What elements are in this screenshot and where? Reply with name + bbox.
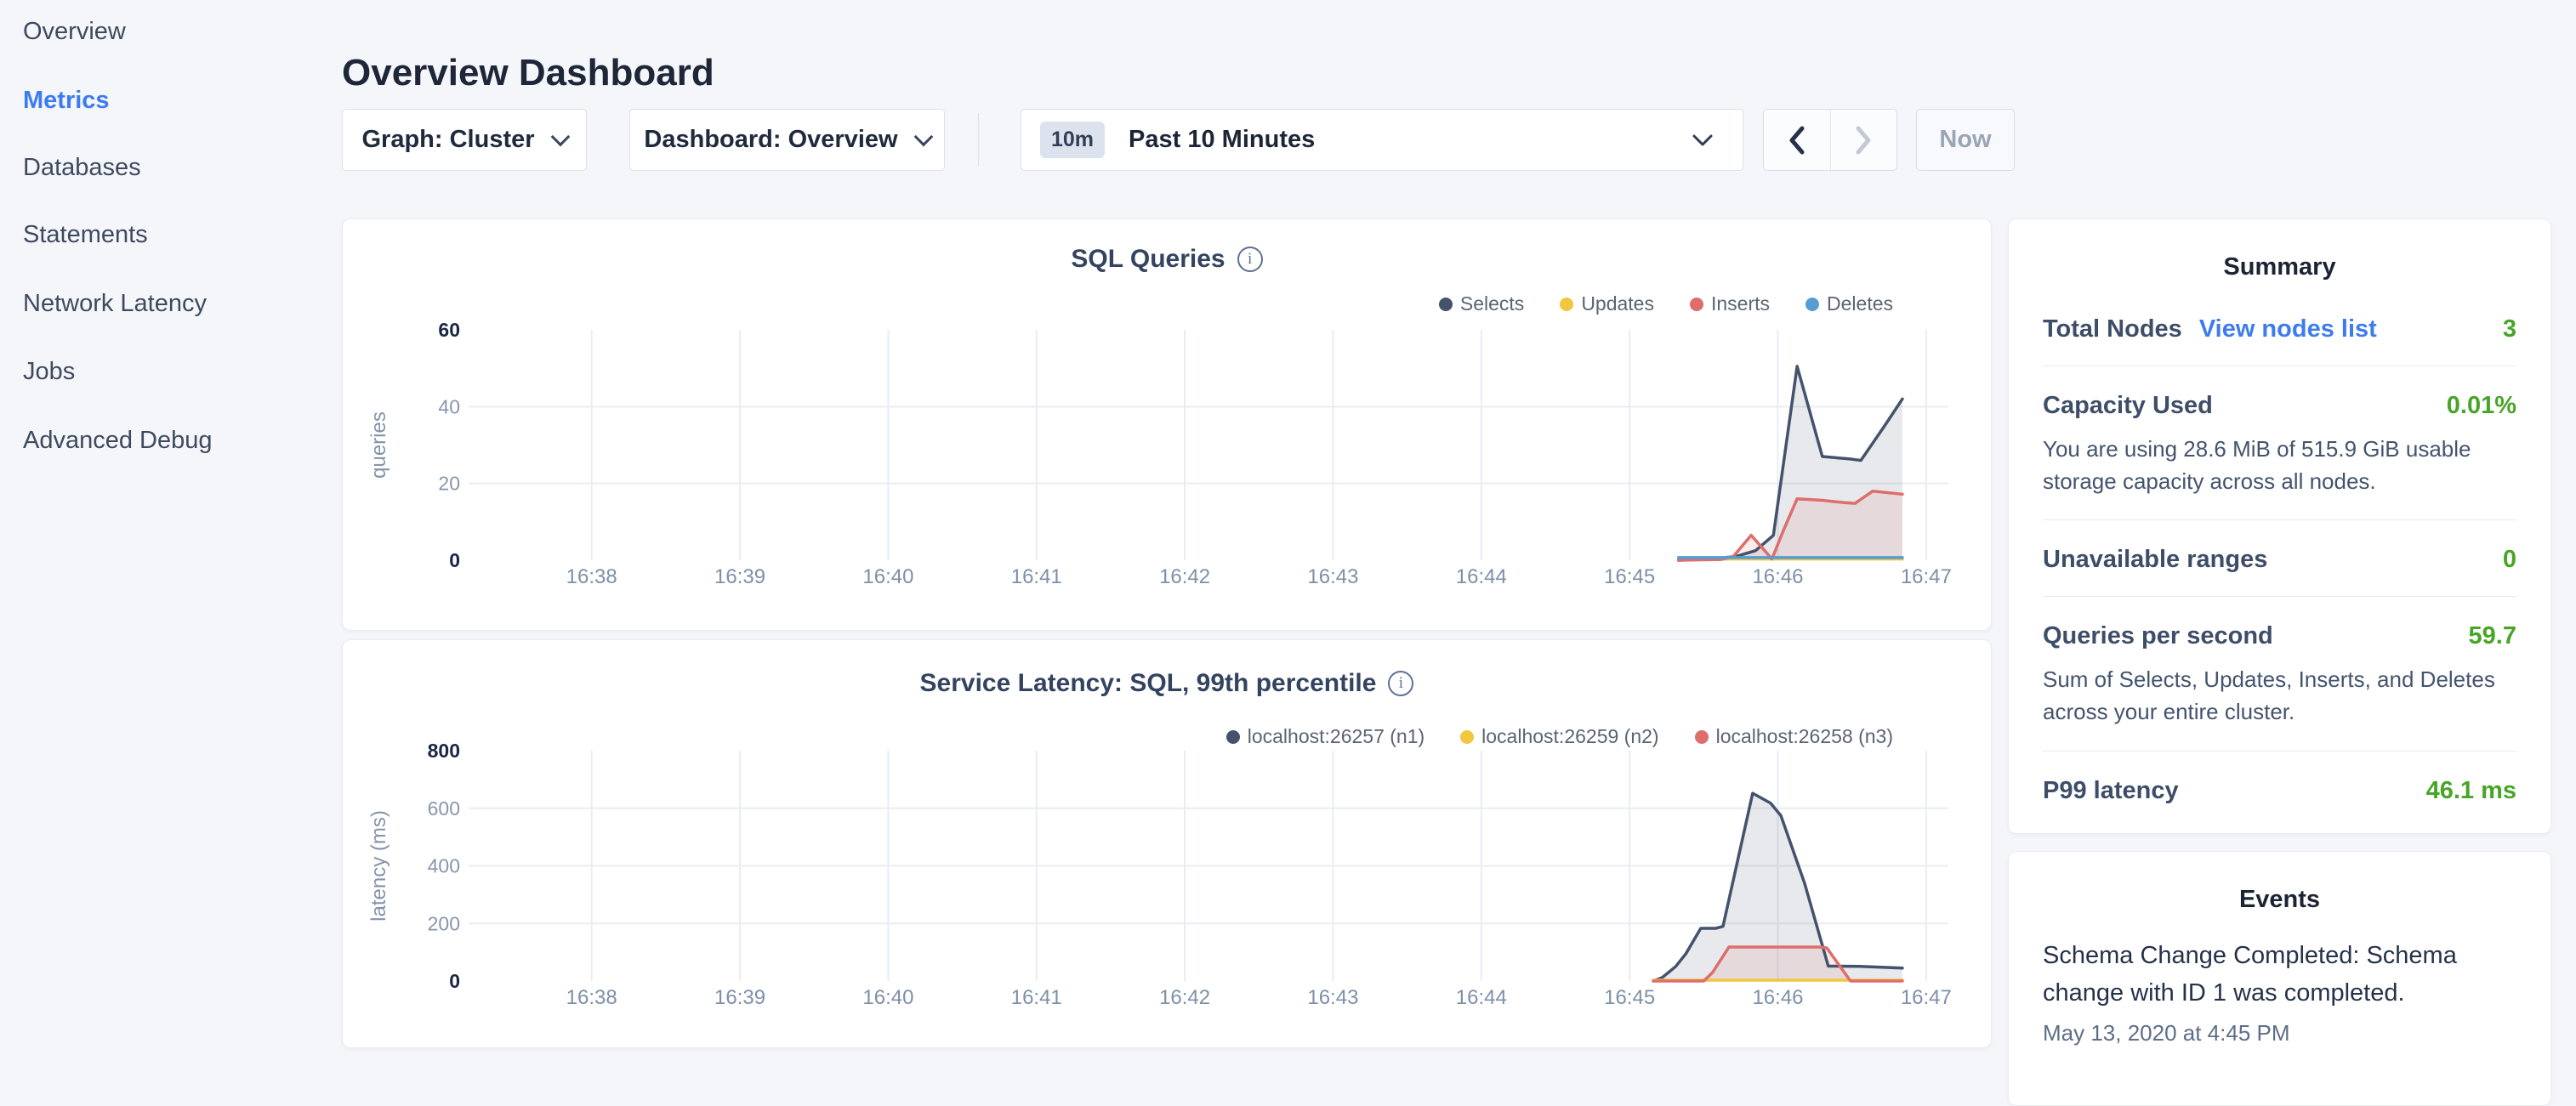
time-step-forward-button[interactable] — [1831, 110, 1897, 170]
chevron-left-icon — [1786, 124, 1808, 156]
page-title: Overview Dashboard — [342, 52, 714, 94]
event-text: Schema Change Completed: Schema change w… — [2043, 938, 2516, 1012]
sidebar-item-overview[interactable]: Overview — [23, 14, 126, 48]
chevron-down-icon — [1692, 133, 1714, 147]
graph-scope-dropdown-label: Graph: Cluster — [361, 126, 534, 154]
summary-row-unavailable-ranges: Unavailable ranges 0 — [2043, 520, 2516, 597]
y-tick-label: 200 — [428, 912, 460, 934]
summary-row-description: You are using 28.6 MiB of 515.9 GiB usab… — [2043, 434, 2516, 497]
summary-row-capacity-used: Capacity Used 0.01% You are using 28.6 M… — [2043, 366, 2516, 520]
time-step-buttons — [1763, 109, 1897, 171]
summary-row-total-nodes: Total Nodes View nodes list 3 — [2043, 290, 2516, 366]
summary-row-value: 3 — [2503, 315, 2516, 343]
summary-row-value: 0.01% — [2447, 392, 2516, 420]
x-tick-label: 16:38 — [566, 565, 617, 588]
summary-row-value: 0 — [2503, 546, 2516, 574]
x-tick-label: 16:38 — [566, 986, 617, 1009]
event-list-item[interactable]: Schema Change Completed: Schema change w… — [2009, 914, 2550, 1046]
sql-queries-chart-card: SQL Queries i SelectsUpdatesInsertsDelet… — [342, 218, 1992, 631]
x-tick-label: 16:47 — [1901, 986, 1952, 1009]
time-step-back-button[interactable] — [1764, 110, 1831, 170]
dashboard-dropdown-label: Dashboard: Overview — [644, 126, 897, 154]
sidebar: Overview Metrics Databases Statements Ne… — [0, 0, 323, 1051]
y-axis-title: queries — [367, 411, 390, 479]
chevron-down-icon — [913, 127, 933, 146]
summary-row-p99-latency: P99 latency 46.1 ms — [2043, 752, 2516, 827]
summary-row-queries-per-second: Queries per second 59.7 Sum of Selects, … — [2043, 597, 2516, 751]
service-latency-chart-card: Service Latency: SQL, 99th percentile i … — [342, 639, 1992, 1048]
x-tick-label: 16:47 — [1901, 565, 1952, 588]
x-tick-label: 16:40 — [862, 986, 913, 1009]
x-tick-label: 16:44 — [1456, 565, 1507, 588]
y-tick-label: 40 — [438, 395, 460, 417]
summary-row-value: 59.7 — [2469, 622, 2516, 650]
sidebar-item-metrics[interactable]: Metrics — [23, 83, 110, 117]
x-tick-label: 16:42 — [1159, 986, 1210, 1009]
now-button[interactable]: Now — [1916, 109, 2015, 171]
chevron-right-icon — [1852, 124, 1874, 156]
summary-row-label: Queries per second — [2043, 622, 2273, 650]
x-tick-label: 16:45 — [1604, 565, 1655, 588]
summary-row-label: Total Nodes — [2043, 315, 2182, 343]
summary-row-value: 46.1 ms — [2426, 777, 2516, 805]
y-axis-title: latency (ms) — [367, 810, 390, 922]
summary-panel: Summary Total Nodes View nodes list 3 Ca… — [2008, 218, 2551, 834]
y-tick-label: 60 — [438, 319, 460, 341]
sidebar-item-statements[interactable]: Statements — [23, 218, 148, 252]
summary-row-label: P99 latency — [2043, 777, 2179, 805]
sidebar-item-network-latency[interactable]: Network Latency — [23, 286, 207, 320]
x-tick-label: 16:44 — [1456, 986, 1507, 1009]
y-tick-label: 0 — [449, 549, 460, 571]
summary-row-label: Capacity Used — [2043, 392, 2213, 420]
toolbar-divider — [978, 113, 979, 167]
x-tick-label: 16:46 — [1752, 986, 1803, 1009]
summary-row-label: Unavailable ranges — [2043, 546, 2267, 574]
sidebar-item-advanced-debug[interactable]: Advanced Debug — [23, 423, 213, 457]
sql-queries-svg: 16:38 16:39 16:40 16:41 16:42 16:43 16:44 16:45… — [343, 219, 1991, 630]
x-tick-label: 16:42 — [1159, 565, 1210, 588]
x-tick-label: 16:43 — [1307, 565, 1358, 588]
y-tick-label: 0 — [449, 970, 460, 992]
event-timestamp: May 13, 2020 at 4:45 PM — [2043, 1020, 2516, 1046]
y-tick-label: 600 — [428, 797, 460, 820]
dashboard-dropdown[interactable]: Dashboard: Overview — [629, 109, 945, 171]
y-tick-label: 800 — [428, 740, 460, 762]
sidebar-item-jobs[interactable]: Jobs — [23, 354, 75, 389]
x-tick-label: 16:45 — [1604, 986, 1655, 1009]
time-range-badge: 10m — [1040, 122, 1105, 158]
x-tick-label: 16:46 — [1752, 565, 1803, 588]
x-tick-label: 16:41 — [1011, 565, 1062, 588]
view-nodes-list-link[interactable]: View nodes list — [2199, 315, 2377, 343]
chevron-down-icon — [550, 127, 570, 146]
sidebar-item-databases[interactable]: Databases — [23, 150, 141, 184]
x-tick-label: 16:43 — [1307, 986, 1358, 1009]
y-tick-label: 400 — [428, 855, 460, 877]
y-tick-label: 20 — [438, 473, 460, 495]
events-panel: Events Schema Change Completed: Schema c… — [2008, 851, 2551, 1106]
graph-scope-dropdown[interactable]: Graph: Cluster — [342, 109, 587, 171]
x-tick-label: 16:39 — [714, 565, 765, 588]
x-tick-label: 16:39 — [714, 986, 765, 1009]
summary-panel-title: Summary — [2009, 219, 2550, 281]
time-range-picker[interactable]: 10m Past 10 Minutes — [1021, 109, 1743, 171]
x-tick-label: 16:40 — [862, 565, 913, 588]
time-range-label: Past 10 Minutes — [1129, 126, 1692, 154]
service-latency-sql-99th-percentile-svg: 16:38 16:39 16:40 16:41 16:42 16:43 16:44 16:45… — [343, 640, 1991, 1051]
x-tick-label: 16:41 — [1011, 986, 1062, 1009]
events-panel-title: Events — [2009, 852, 2550, 914]
summary-row-description: Sum of Selects, Updates, Inserts, and De… — [2043, 664, 2516, 728]
